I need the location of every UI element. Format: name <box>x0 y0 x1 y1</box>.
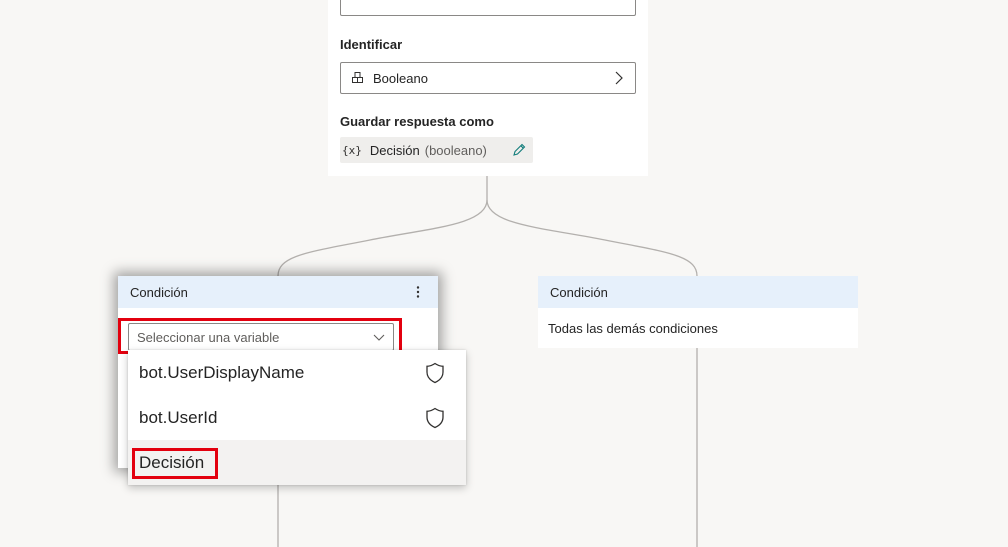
connector-trunk <box>277 176 488 277</box>
dropdown-item-label: bot.UserId <box>139 407 218 427</box>
question-text-field[interactable] <box>340 0 636 16</box>
connector-right-branch <box>486 199 698 277</box>
condition-header: Condición <box>118 276 438 308</box>
save-response-label: Guardar respuesta como <box>340 114 494 129</box>
condition-title: Condición <box>550 284 608 300</box>
chevron-right-icon <box>613 71 625 85</box>
dropdown-item-user-display-name[interactable]: bot.UserDisplayName <box>128 350 466 395</box>
variable-select[interactable]: Seleccionar una variable <box>128 323 394 351</box>
dropdown-item-user-id[interactable]: bot.UserId <box>128 395 466 440</box>
other-conditions-text: Todas las demás condiciones <box>548 321 718 336</box>
entity-select[interactable]: Booleano <box>340 62 636 94</box>
condition-header: Condición <box>538 276 858 308</box>
authoring-canvas: Identificar Booleano Guardar respuesta c… <box>0 0 1008 547</box>
chevron-down-icon <box>373 332 385 342</box>
condition-node-right[interactable]: Condición Todas las demás condiciones <box>538 276 858 348</box>
variable-dropdown-menu: bot.UserDisplayName bot.UserId Decisión <box>128 350 466 485</box>
variable-type: (booleano) <box>424 142 487 158</box>
variable-select-highlight: Seleccionar una variable <box>118 318 402 354</box>
entity-icon <box>351 71 365 85</box>
variable-name: Decisión <box>369 142 420 158</box>
dropdown-item-label: Decisión <box>139 452 205 472</box>
entity-value: Booleano <box>373 70 428 86</box>
variable-pill[interactable]: {x} Decisión (booleano) <box>340 137 533 163</box>
question-node: Identificar Booleano Guardar respuesta c… <box>328 0 648 176</box>
shield-icon <box>425 362 445 384</box>
more-options-icon[interactable] <box>410 284 426 300</box>
pencil-icon[interactable] <box>511 142 527 158</box>
dropdown-item-decision[interactable]: Decisión <box>128 440 466 485</box>
identify-label: Identificar <box>340 37 403 52</box>
shield-icon <box>425 407 445 429</box>
variable-select-placeholder: Seleccionar una variable <box>137 329 280 345</box>
variable-icon: {x} <box>342 143 362 157</box>
dropdown-item-label: bot.UserDisplayName <box>139 362 305 382</box>
condition-title: Condición <box>130 284 188 300</box>
